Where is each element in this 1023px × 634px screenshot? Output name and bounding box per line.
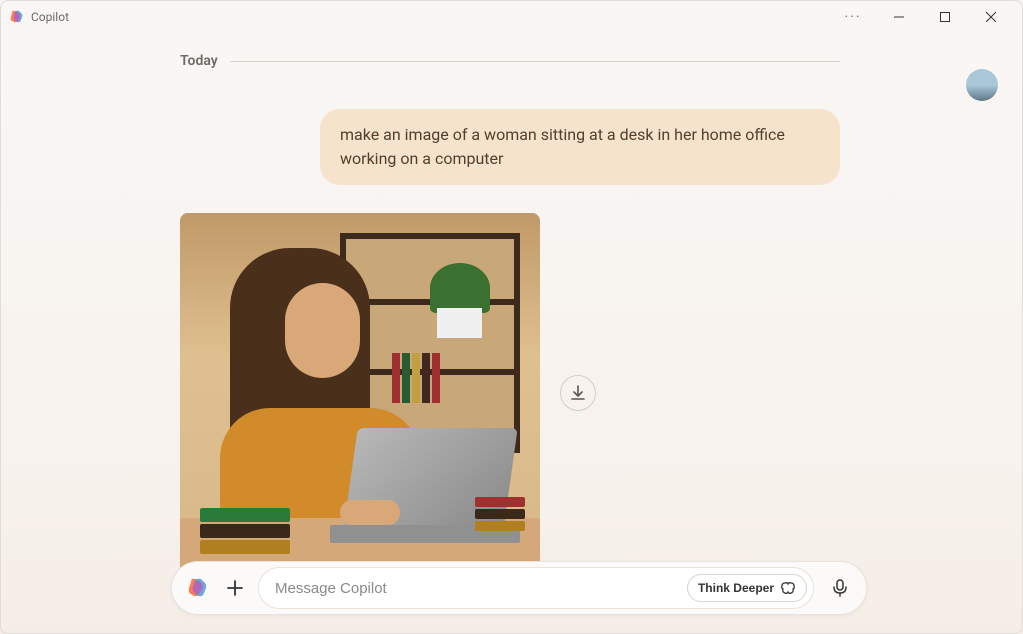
divider-line	[230, 61, 840, 62]
titlebar-controls: ···	[830, 1, 1014, 33]
plus-icon	[225, 578, 245, 598]
assistant-response	[180, 213, 840, 573]
download-icon	[569, 384, 587, 402]
date-label: Today	[180, 53, 218, 69]
mic-icon	[830, 578, 850, 598]
generated-image[interactable]	[180, 213, 540, 573]
close-button[interactable]	[968, 1, 1014, 33]
think-deeper-button[interactable]: Think Deeper	[687, 574, 807, 602]
conversation-area: Today make an image of a woman sitting a…	[180, 53, 840, 573]
think-deeper-label: Think Deeper	[698, 581, 774, 595]
window-titlebar: Copilot ···	[1, 1, 1022, 33]
window-title: Copilot	[31, 10, 69, 24]
minimize-button[interactable]	[876, 1, 922, 33]
date-divider: Today	[180, 53, 840, 69]
maximize-button[interactable]	[922, 1, 968, 33]
add-button[interactable]	[220, 573, 250, 603]
user-message: make an image of a woman sitting at a de…	[320, 109, 840, 185]
titlebar-left: Copilot	[9, 9, 69, 25]
composer: Think Deeper	[171, 561, 867, 615]
mic-button[interactable]	[822, 570, 858, 606]
copilot-logo-icon	[9, 9, 25, 25]
brain-icon	[780, 580, 796, 596]
message-input[interactable]	[275, 580, 687, 597]
more-button[interactable]: ···	[830, 1, 876, 33]
avatar[interactable]	[966, 69, 998, 101]
download-button[interactable]	[560, 375, 596, 411]
copilot-composer-icon	[186, 576, 210, 600]
message-input-wrap: Think Deeper	[258, 567, 814, 609]
content-area: Today make an image of a woman sitting a…	[1, 33, 1022, 543]
